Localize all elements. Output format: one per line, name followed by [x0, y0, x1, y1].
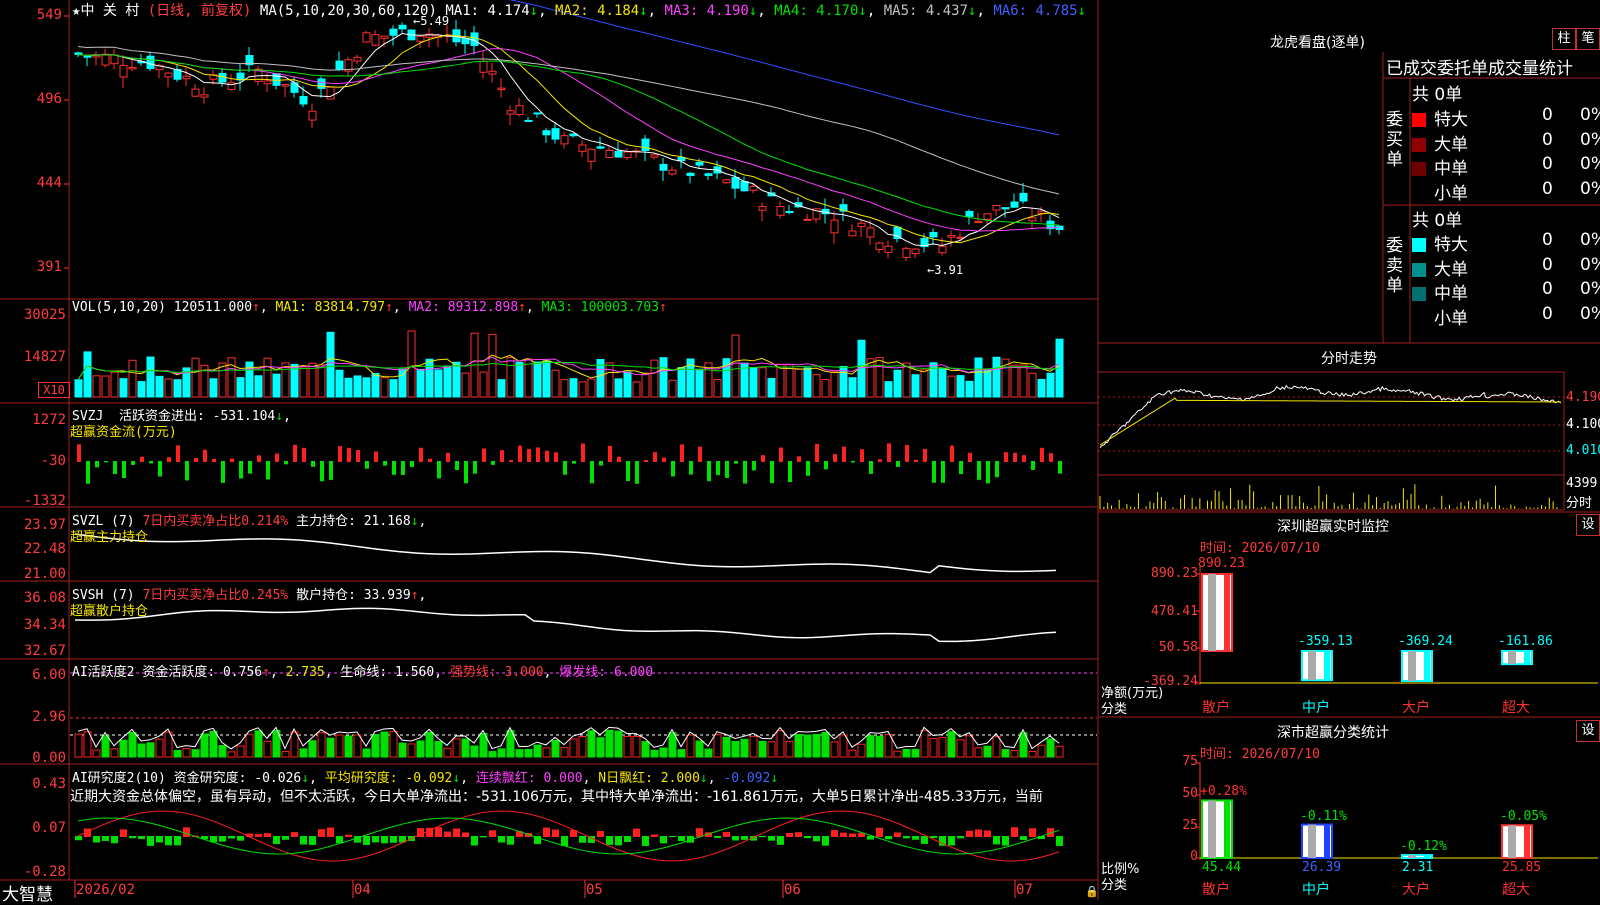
bar-category-label: 散户	[1202, 882, 1230, 898]
ratio-bar	[1201, 799, 1233, 860]
bar-value-label: 25.85	[1502, 860, 1542, 875]
class-axis-label: 0	[1190, 849, 1198, 864]
ratio-bar	[1401, 854, 1433, 859]
bar-value-label: 26.39	[1302, 860, 1342, 875]
bar-category-label: 超大	[1502, 882, 1530, 898]
ratio-bar	[1501, 824, 1533, 859]
ratio-bar-chart	[1196, 762, 1598, 860]
bar-delta-label: -0.05%	[1500, 809, 1547, 825]
class-axis-label: 75	[1182, 754, 1198, 769]
class-axis-label: 50	[1182, 786, 1198, 801]
bar-delta-label: +0.28%	[1200, 784, 1247, 800]
bar-delta-label: -0.12%	[1400, 839, 1447, 855]
bar-category-label: 中户	[1302, 882, 1330, 898]
bar-category-label: 大户	[1402, 882, 1430, 898]
bar-value-label: 45.44	[1202, 860, 1242, 875]
bar-value-label: 2.31	[1402, 860, 1434, 875]
ratio-bar	[1301, 823, 1333, 860]
class-axis-label: 25	[1182, 818, 1198, 833]
bar-delta-label: -0.11%	[1300, 808, 1347, 824]
class-category-label: 分类	[1101, 878, 1128, 893]
